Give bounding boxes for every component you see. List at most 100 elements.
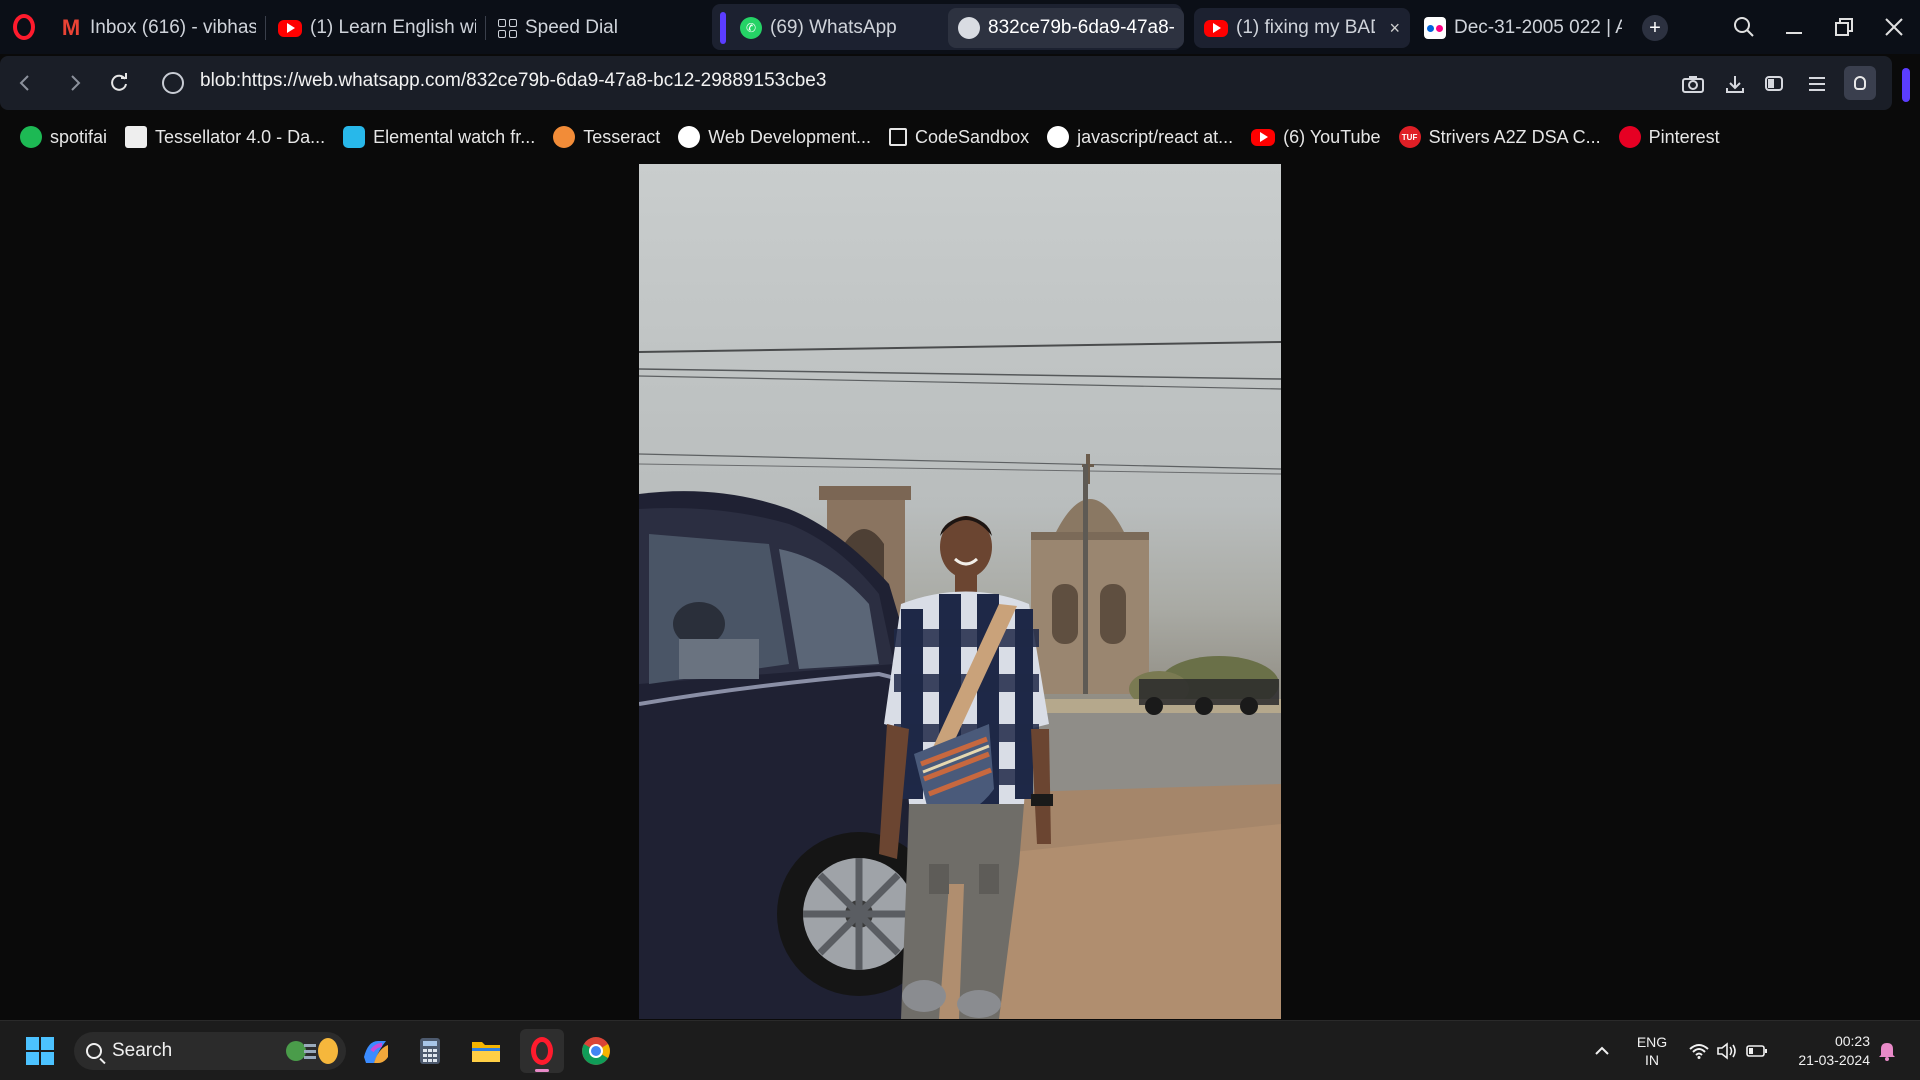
minimize-button[interactable] (1774, 10, 1814, 44)
tab-speed-dial[interactable]: Speed Dial (488, 8, 688, 48)
taskbar-opera[interactable] (520, 1029, 564, 1073)
bookmark-spotifai[interactable]: spotifai (20, 126, 107, 148)
reload-button[interactable] (104, 68, 134, 98)
battery-saver-button[interactable] (1760, 69, 1790, 99)
camera-icon (1682, 76, 1704, 93)
tab-learn-english[interactable]: (1) Learn English with (268, 8, 486, 48)
close-window-button[interactable] (1874, 10, 1914, 44)
battery-saver-icon (1765, 76, 1783, 91)
search-icon (86, 1043, 102, 1059)
chrome-icon (582, 1037, 610, 1065)
new-tab-button[interactable]: + (1642, 15, 1668, 41)
volume-icon (1717, 1042, 1736, 1060)
wifi-button[interactable] (1686, 1021, 1712, 1080)
clock-time: 00:23 (1834, 1033, 1870, 1049)
taskbar: Search ENG IN 00:23 21-03-2024 (0, 1020, 1920, 1080)
back-button[interactable] (10, 68, 40, 98)
tab-fixing-my-bad[interactable]: (1) fixing my BAD r × (1194, 8, 1410, 48)
opera-menu-button[interactable] (0, 0, 48, 54)
windows-logo-icon (26, 1037, 54, 1065)
taskbar-file-explorer[interactable] (464, 1029, 508, 1073)
github-icon (1047, 126, 1070, 148)
bookmark-strivers[interactable]: TUF Strivers A2Z DSA C... (1398, 126, 1601, 148)
bookmark-codesandbox[interactable]: CodeSandbox (888, 126, 1030, 148)
screen: M Inbox (616) - vibhasre (1) Learn Engli… (0, 0, 1920, 1080)
bookmark-label: (6) YouTube (1283, 126, 1381, 147)
taskbar-copilot[interactable] (354, 1029, 398, 1073)
bookmark-label: CodeSandbox (914, 126, 1030, 147)
copilot-icon (364, 1041, 388, 1063)
search-highlight-icon (286, 1038, 338, 1064)
bookmark-youtube[interactable]: (6) YouTube (1251, 126, 1381, 148)
youtube-icon (1251, 128, 1276, 146)
chevron-up-icon (1595, 1046, 1609, 1055)
clock[interactable]: 00:23 21-03-2024 (1780, 1021, 1870, 1080)
youtube-icon (278, 19, 302, 37)
downloads-button[interactable] (1720, 69, 1750, 99)
bookmark-label: Elemental watch fr... (373, 126, 536, 147)
gmail-icon: M (61, 15, 81, 40)
tab-title: (1) fixing my BAD r (1236, 17, 1375, 38)
tab-flickr[interactable]: Dec-31-2005 022 | Ar (1414, 8, 1632, 48)
tab-close-button[interactable]: × (1389, 18, 1400, 39)
restore-button[interactable] (1824, 10, 1864, 44)
tab-search-button[interactable] (1724, 10, 1764, 44)
notifications-button[interactable] (1874, 1021, 1900, 1080)
tab-title: (1) Learn English with (310, 17, 476, 38)
sidebar-indicator (1902, 68, 1910, 102)
battery-icon (1746, 1045, 1767, 1057)
tessellator-icon (125, 126, 148, 148)
minimize-icon (1786, 32, 1802, 34)
taskbar-chrome[interactable] (574, 1029, 618, 1073)
bookmark-web-development[interactable]: Web Development... (678, 126, 871, 148)
chevron-right-icon (71, 75, 81, 91)
bookmark-label: Strivers A2Z DSA C... (1428, 126, 1601, 147)
photo[interactable] (639, 164, 1281, 1019)
bell-icon (1879, 1043, 1895, 1061)
elemental-icon (343, 126, 366, 148)
flickr-icon (1424, 17, 1446, 39)
tab-title: 832ce79b-6da9-47a8-bc (988, 17, 1174, 38)
spotify-icon (20, 126, 42, 148)
bookmark-label: Tesseract (583, 126, 661, 147)
battery-button[interactable] (1744, 1021, 1770, 1080)
search-icon (1734, 17, 1754, 37)
bookmark-label: spotifai (50, 126, 108, 147)
tab-title: Speed Dial (525, 17, 618, 38)
bookmark-tesseract[interactable]: Tesseract (553, 126, 660, 148)
forward-button[interactable] (60, 68, 90, 98)
folder-icon (472, 1042, 500, 1062)
speed-dial-icon (498, 18, 517, 38)
taskbar-search-label: Search (112, 1040, 173, 1061)
bookmark-label: Pinterest (1648, 126, 1720, 147)
site-info-icon[interactable] (162, 72, 184, 94)
tab-blob-image[interactable]: 832ce79b-6da9-47a8-bc (948, 8, 1184, 48)
bookmark-github[interactable]: javascript/react at... (1047, 126, 1233, 148)
bookmark-label: javascript/react at... (1077, 126, 1234, 147)
bookmarks-bar: spotifai Tessellator 4.0 - Da... Element… (0, 112, 1920, 162)
start-button[interactable] (18, 1029, 62, 1073)
easy-setup-button[interactable] (1802, 69, 1832, 99)
tab-gmail[interactable]: M Inbox (616) - vibhasre (50, 8, 266, 48)
bookmark-tessellator[interactable]: Tessellator 4.0 - Da... (125, 126, 325, 148)
download-icon (1726, 76, 1744, 93)
tab-whatsapp[interactable]: ✆ (69) WhatsApp (730, 8, 940, 48)
tab-title: Inbox (616) - vibhasre (90, 17, 256, 38)
language-indicator[interactable]: ENG IN (1628, 1021, 1676, 1080)
url-text[interactable]: blob:https://web.whatsapp.com/832ce79b-6… (200, 70, 826, 92)
photo-illustration (639, 341, 1281, 1019)
bookmark-elemental[interactable]: Elemental watch fr... (343, 126, 535, 148)
snapshot-button[interactable] (1678, 69, 1708, 99)
volume-button[interactable] (1714, 1021, 1740, 1080)
show-hidden-icons-button[interactable] (1590, 1021, 1614, 1080)
reload-icon (111, 73, 127, 91)
region-code: IN (1645, 1052, 1659, 1068)
taskbar-search[interactable]: Search (74, 1032, 346, 1070)
bookmark-pinterest[interactable]: Pinterest (1618, 126, 1720, 148)
profile-button[interactable] (1844, 66, 1876, 100)
clock-date: 21-03-2024 (1798, 1052, 1870, 1068)
chevron-left-icon (19, 75, 29, 91)
taskbar-calculator[interactable] (408, 1029, 452, 1073)
whatsapp-icon: ✆ (740, 17, 762, 39)
tab-separator (265, 16, 266, 40)
